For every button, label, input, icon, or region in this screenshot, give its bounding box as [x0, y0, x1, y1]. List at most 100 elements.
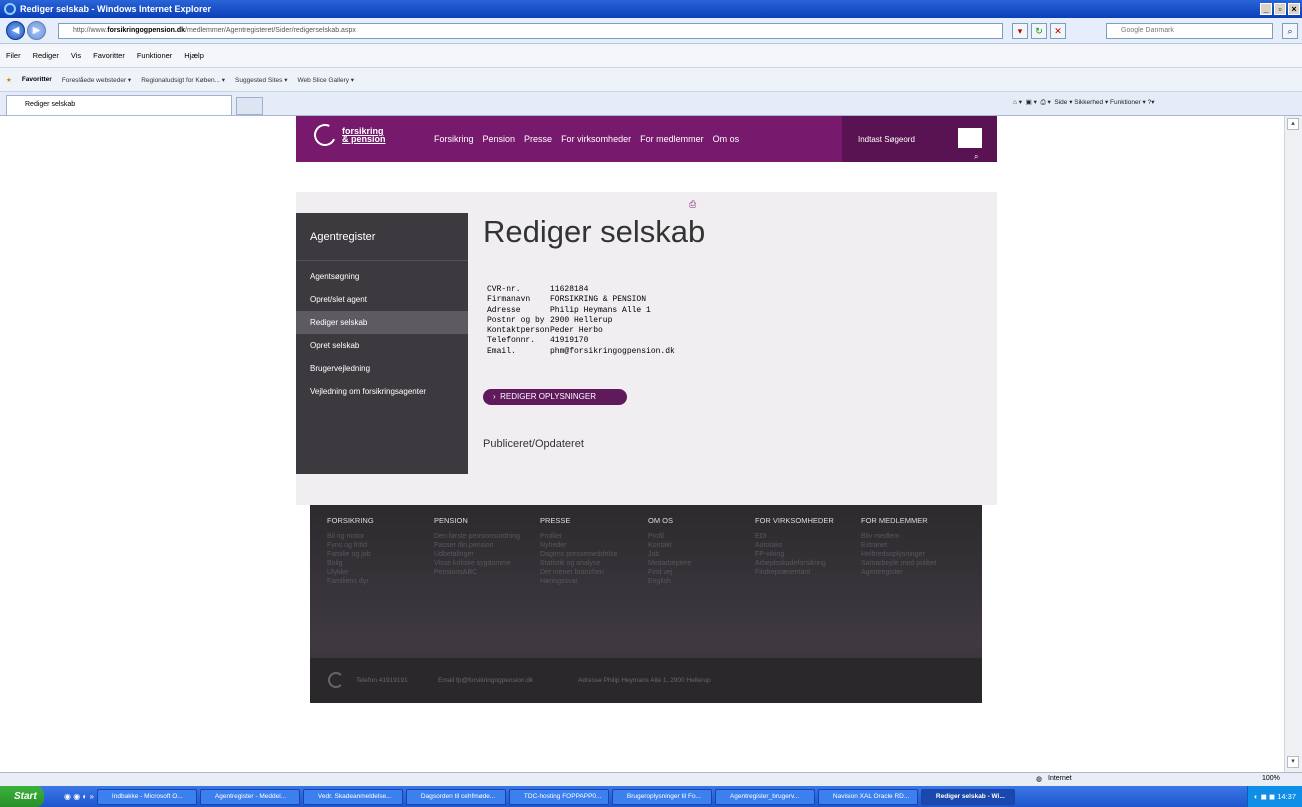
footer-link[interactable]: FP-viking [755, 550, 834, 559]
favorite-suggested-sites[interactable]: Suggested Sites ▾ [235, 76, 287, 84]
task-button-active[interactable]: Rediger selskab - Wi... [920, 788, 1015, 805]
footer-link[interactable]: Familie og job [327, 550, 374, 559]
command-bar[interactable]: ⌂ ▾ ▣ ▾ ⎙ ▾ Side ▾ Sikkerhed ▾ Funktione… [1013, 98, 1155, 107]
footer-link[interactable]: Extranet [861, 541, 937, 550]
rediger-oplysninger-button[interactable]: › REDIGER OPLYSNINGER [483, 389, 627, 405]
task-button[interactable]: Agentregister_brugerv... [714, 788, 815, 805]
nav-for-virksomheder[interactable]: For virksomheder [561, 134, 631, 144]
stop-button[interactable]: ✕ [1050, 23, 1066, 39]
menu-item-view[interactable]: Vis [71, 51, 81, 60]
nav-for-medlemmer[interactable]: For medlemmer [640, 134, 704, 144]
sidebar-item-vejledning[interactable]: Vejledning om forsikringsagenter [296, 380, 468, 403]
nav-forsikring[interactable]: Forsikring [434, 134, 474, 144]
minimize-button[interactable]: _ [1260, 3, 1272, 15]
footer-link[interactable]: Agentregister [861, 568, 937, 577]
favorites-button[interactable]: Favoritter [22, 76, 52, 83]
favorite-weather[interactable]: Regionaludsigt for Køben... ▾ [141, 76, 225, 84]
company-info: CVR-nr. 11628184 Firmanavn FORSIKRING & PE… [487, 285, 675, 357]
forward-button[interactable]: ▶ [27, 21, 46, 40]
footer-link[interactable]: Profiler [540, 532, 617, 541]
start-button[interactable]: Start [0, 786, 44, 807]
search-icon[interactable]: ⌕ [1282, 23, 1298, 39]
menu-item-edit[interactable]: Rediger [33, 51, 59, 60]
scroll-up-icon[interactable]: ▴ [1287, 118, 1299, 130]
site-search-input[interactable]: Indtast Søgeord [858, 135, 915, 144]
footer-link[interactable]: Dagens pressemeddelse [540, 550, 617, 559]
favorite-suggested-sites-dk[interactable]: Foreslåede websteder ▾ [62, 76, 131, 84]
menu-item-tools[interactable]: Funktioner [137, 51, 172, 60]
sidebar-item-opret-slet-agent[interactable]: Opret/slet agent [296, 288, 468, 311]
address-dropdown-button[interactable]: ▾ [1012, 23, 1028, 39]
footer-link[interactable]: Familiens dyr [327, 577, 374, 586]
task-button[interactable]: Dagsorden til cehfmøde... [405, 788, 506, 805]
maximize-button[interactable]: ▫ [1274, 3, 1286, 15]
footer-link[interactable]: PensionsABC [434, 568, 520, 577]
menu-item-file[interactable]: Filer [6, 51, 21, 60]
print-icon[interactable]: ⎙ ▾ [1040, 99, 1050, 106]
footer-link[interactable]: Job [648, 550, 691, 559]
footer-link[interactable]: Findrepræsentant [755, 568, 834, 577]
footer-link[interactable]: Bliv medlem [861, 532, 937, 541]
vertical-scrollbar[interactable]: ▴ ▾ [1284, 116, 1302, 772]
footer-link[interactable]: Udbetalinger [434, 550, 520, 559]
new-tab-button[interactable] [236, 97, 263, 115]
footer-link[interactable]: Bolig [327, 559, 374, 568]
menu-item-favorites[interactable]: Favoritter [93, 51, 125, 60]
quicklaunch-icons[interactable]: ◉ ◉ ◐ » [64, 792, 94, 801]
footer-link[interactable]: Bil og motor [327, 532, 374, 541]
task-button[interactable]: Agentregister - Meddel... [199, 788, 300, 805]
footer-link[interactable]: Passer din pension [434, 541, 520, 550]
nav-om-os[interactable]: Om os [713, 134, 740, 144]
footer-link[interactable]: Den første pensionsordning [434, 532, 520, 541]
close-window-button[interactable]: × [1288, 3, 1300, 15]
footer-link[interactable]: Det mener branchen [540, 568, 617, 577]
footer-link[interactable]: Find vej [648, 568, 691, 577]
zoom-level[interactable]: 100% [1262, 775, 1280, 782]
footer-link[interactable]: Medarbejdere [648, 559, 691, 568]
footer-link[interactable]: Helbredsoplysninger [861, 550, 937, 559]
command-menus[interactable]: Side ▾ Sikkerhed ▾ Funktioner ▾ [1054, 99, 1145, 106]
favorite-web-slice-gallery[interactable]: Web Slice Gallery ▾ [297, 76, 354, 84]
feeds-icon[interactable]: ▣ ▾ [1026, 99, 1037, 106]
window-title: Rediger selskab - Windows Internet Explo… [20, 4, 211, 14]
sidebar-item-opret-selskab[interactable]: Opret selskab [296, 334, 468, 357]
footer-link[interactable]: English [648, 577, 691, 586]
tab-rediger-selskab[interactable]: Rediger selskab [6, 95, 232, 115]
footer-link[interactable]: Autotaks [755, 541, 834, 550]
task-button[interactable]: Navision XAL Oracle RD... [817, 788, 918, 805]
nav-pension[interactable]: Pension [483, 134, 516, 144]
tray-icons[interactable]: ◐ ◼ ◼ [1254, 792, 1277, 801]
menu-item-help[interactable]: Hjælp [184, 51, 204, 60]
sidebar-item-rediger-selskab[interactable]: Rediger selskab [296, 311, 468, 334]
footer-link[interactable]: Statistik og analyse [540, 559, 617, 568]
print-page-icon[interactable]: ⎙ [689, 199, 696, 210]
footer-link[interactable]: Kontakt [648, 541, 691, 550]
footer-link[interactable]: Ulykke [327, 568, 374, 577]
site-logo[interactable]: forsikring & pension [310, 120, 386, 150]
refresh-button[interactable]: ↻ [1031, 23, 1047, 39]
sidebar-item-brugervejledning[interactable]: Brugervejledning [296, 357, 468, 380]
address-bar[interactable]: http://www.forsikringogpension.dk/medlem… [58, 23, 1003, 39]
back-button[interactable]: ◀ [6, 21, 25, 40]
home-icon[interactable]: ⌂ ▾ [1013, 99, 1022, 106]
footer-link[interactable]: Arbejdsskadeforsikring [755, 559, 834, 568]
task-button[interactable]: Indbakke - Microsoft O... [96, 788, 197, 805]
scroll-down-icon[interactable]: ▾ [1287, 756, 1299, 768]
search-input[interactable]: Google Danmark [1106, 23, 1273, 39]
footer-link[interactable]: Nyheder [540, 541, 617, 550]
task-button[interactable]: Vedr. Skadeanmeldelse... [302, 788, 403, 805]
sidebar-item-agentsogning[interactable]: Agentsøgning [296, 265, 468, 288]
task-button[interactable]: Brugeroplysninger til Fo... [611, 788, 712, 805]
site-search-button[interactable]: ⌕ [958, 128, 982, 161]
footer-link[interactable]: Samarbejde med politiet [861, 559, 937, 568]
footer-link[interactable]: Høringssvar [540, 577, 617, 586]
footer-link[interactable]: Profil [648, 532, 691, 541]
task-button[interactable]: TDC-hosting FOPPAPP0... [508, 788, 609, 805]
nav-presse[interactable]: Presse [524, 134, 552, 144]
footer-link[interactable]: Visse kritiske sygdomme [434, 559, 520, 568]
field-value: 41919170 [550, 336, 589, 346]
help-icon[interactable]: ?▾ [1148, 99, 1155, 106]
footer-email[interactable]: Email fp@forsikringogpension.dk [438, 677, 533, 684]
footer-link[interactable]: Fyns og fritid [327, 541, 374, 550]
footer-link[interactable]: EDI [755, 532, 834, 541]
